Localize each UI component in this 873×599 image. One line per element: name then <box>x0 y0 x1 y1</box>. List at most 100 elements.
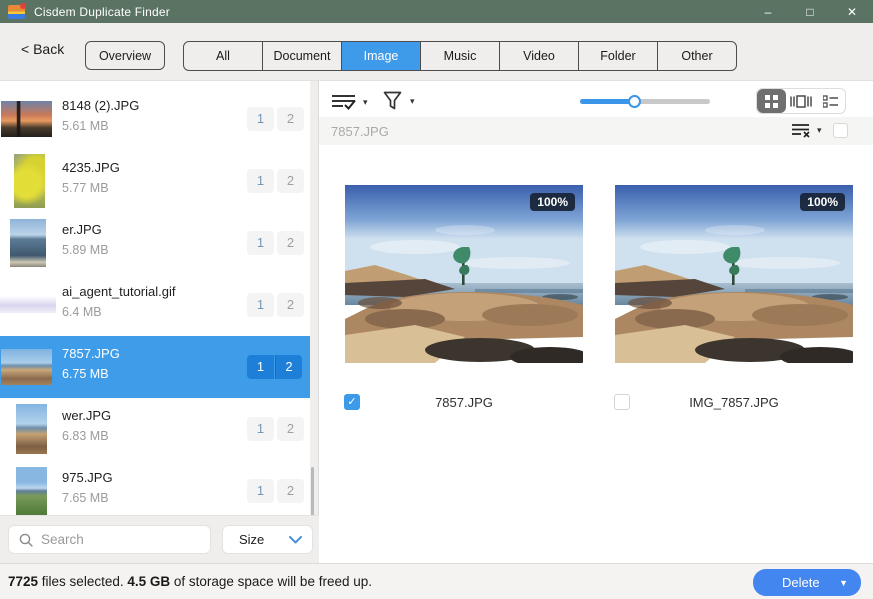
list-item[interactable]: 975.JPG 7.65 MB 1 2 <box>0 460 310 522</box>
freed-space: 4.5 GB <box>127 574 170 589</box>
filter-button[interactable]: ▾ <box>383 91 415 111</box>
version-badge-1[interactable]: 1 <box>247 417 274 441</box>
group-select-checkbox[interactable] <box>833 123 848 138</box>
preview-image[interactable]: 100% <box>345 185 583 363</box>
version-badge-2[interactable]: 2 <box>277 169 304 193</box>
sidebar-footer: Size <box>0 515 319 563</box>
file-thumbnail <box>1 101 52 137</box>
category-tab-bar: All Document Image Music Video Folder Ot… <box>183 41 737 71</box>
view-carousel-button[interactable] <box>786 89 815 113</box>
version-badge-1[interactable]: 1 <box>247 355 274 379</box>
similarity-badge: 100% <box>530 193 575 211</box>
minimize-button[interactable]: – <box>747 0 789 23</box>
back-button[interactable]: < Back <box>21 41 64 57</box>
view-grid-button[interactable] <box>757 89 786 113</box>
file-thumbnail <box>1 349 52 385</box>
search-box <box>8 525 211 554</box>
caret-down-icon: ▾ <box>817 125 822 136</box>
version-badge-1[interactable]: 1 <box>247 479 274 503</box>
group-header: 7857.JPG ▾ <box>319 117 873 145</box>
tab-image[interactable]: Image <box>342 42 421 70</box>
overview-button[interactable]: Overview <box>85 41 165 70</box>
file-name: 4235.JPG <box>62 160 120 175</box>
sidebar-scrollbar[interactable] <box>311 467 314 522</box>
window-title: Cisdem Duplicate Finder <box>34 5 170 19</box>
version-badge-2[interactable]: 2 <box>277 107 304 131</box>
list-item-selected[interactable]: 7857.JPG 6.75 MB 1 2 <box>0 336 310 398</box>
file-name: 7857.JPG <box>62 346 120 361</box>
delete-label: Delete <box>782 575 820 590</box>
file-name: er.JPG <box>62 222 102 237</box>
file-thumbnail <box>14 154 45 208</box>
search-input[interactable] <box>41 527 206 552</box>
status-bar: 7725 files selected. 4.5 GB of storage s… <box>0 563 873 599</box>
list-item[interactable]: 8148 (2).JPG 5.61 MB 1 2 <box>0 88 310 150</box>
clear-selection-button[interactable]: ▾ <box>792 123 822 138</box>
file-size: 5.89 MB <box>62 243 109 257</box>
file-name: 975.JPG <box>62 470 113 485</box>
size-filter-select[interactable]: Size <box>222 525 313 554</box>
version-badge-1[interactable]: 1 <box>247 107 274 131</box>
tab-other[interactable]: Other <box>658 42 736 70</box>
file-size: 5.77 MB <box>62 181 109 195</box>
tab-document[interactable]: Document <box>263 42 342 70</box>
tab-all[interactable]: All <box>184 42 263 70</box>
similarity-badge: 100% <box>800 193 845 211</box>
maximize-button[interactable]: □ <box>789 0 831 23</box>
caret-down-icon: ▾ <box>410 96 415 107</box>
file-thumbnail <box>16 404 47 454</box>
card-file-name: IMG_7857.JPG <box>615 395 853 410</box>
file-size: 6.83 MB <box>62 429 109 443</box>
list-item[interactable]: wer.JPG 6.83 MB 1 2 <box>0 398 310 460</box>
list-view-icon <box>823 95 838 108</box>
version-badge-2[interactable]: 2 <box>277 293 304 317</box>
file-size: 7.65 MB <box>62 491 109 505</box>
file-name: ai_agent_tutorial.gif <box>62 284 175 299</box>
tab-music[interactable]: Music <box>421 42 500 70</box>
search-icon <box>19 533 34 548</box>
version-badge-1[interactable]: 1 <box>247 231 274 255</box>
titlebar: Cisdem Duplicate Finder – □ ✕ <box>0 0 873 23</box>
version-badge-2[interactable]: 2 <box>277 417 304 441</box>
list-item[interactable]: er.JPG 5.89 MB 1 2 <box>0 212 310 274</box>
top-toolbar: < Back Overview All Document Image Music… <box>0 23 873 81</box>
file-thumbnail <box>16 467 47 515</box>
status-text: 7725 files selected. 4.5 GB of storage s… <box>8 574 372 589</box>
version-badge-2[interactable]: 2 <box>275 355 302 379</box>
caret-down-icon: ▾ <box>363 97 368 108</box>
zoom-slider-fill <box>580 99 635 104</box>
grid-view-icon <box>765 95 778 108</box>
view-mode-group <box>756 88 846 114</box>
card-file-name: 7857.JPG <box>345 395 583 410</box>
zoom-slider[interactable] <box>580 95 710 107</box>
results-panel: 100% <box>319 145 873 563</box>
file-name: wer.JPG <box>62 408 111 423</box>
version-badge-1[interactable]: 1 <box>247 169 274 193</box>
auto-select-button[interactable]: ▾ <box>331 93 368 111</box>
tab-folder[interactable]: Folder <box>579 42 658 70</box>
version-badge-2[interactable]: 2 <box>277 231 304 255</box>
beach-photo <box>345 185 583 363</box>
select-list-check-icon <box>331 93 358 111</box>
app-logo-icon <box>8 5 25 19</box>
delete-dropdown-icon[interactable]: ▼ <box>839 578 848 588</box>
list-item[interactable]: 4235.JPG 5.77 MB 1 2 <box>0 150 310 212</box>
selected-count: 7725 <box>8 574 38 589</box>
file-size: 6.75 MB <box>62 367 109 381</box>
close-button[interactable]: ✕ <box>831 0 873 23</box>
list-item[interactable]: ai_agent_tutorial.gif 6.4 MB 1 2 <box>0 274 310 336</box>
group-title: 7857.JPG <box>331 124 389 139</box>
size-filter-value: Size <box>239 532 264 547</box>
tab-video[interactable]: Video <box>500 42 579 70</box>
version-badge-1[interactable]: 1 <box>247 293 274 317</box>
view-list-button[interactable] <box>816 89 845 113</box>
file-thumbnail <box>10 219 46 267</box>
app-window: Cisdem Duplicate Finder – □ ✕ < Back Ove… <box>0 0 873 599</box>
version-badge-2[interactable]: 2 <box>277 479 304 503</box>
duplicate-list: 8148 (2).JPG 5.61 MB 1 2 4235.JPG 5.77 M… <box>0 81 310 515</box>
file-size: 5.61 MB <box>62 119 109 133</box>
file-name: 8148 (2).JPG <box>62 98 139 113</box>
preview-image[interactable]: 100% <box>615 185 853 363</box>
delete-button[interactable]: Delete ▼ <box>753 569 861 596</box>
zoom-slider-thumb[interactable] <box>628 95 641 108</box>
